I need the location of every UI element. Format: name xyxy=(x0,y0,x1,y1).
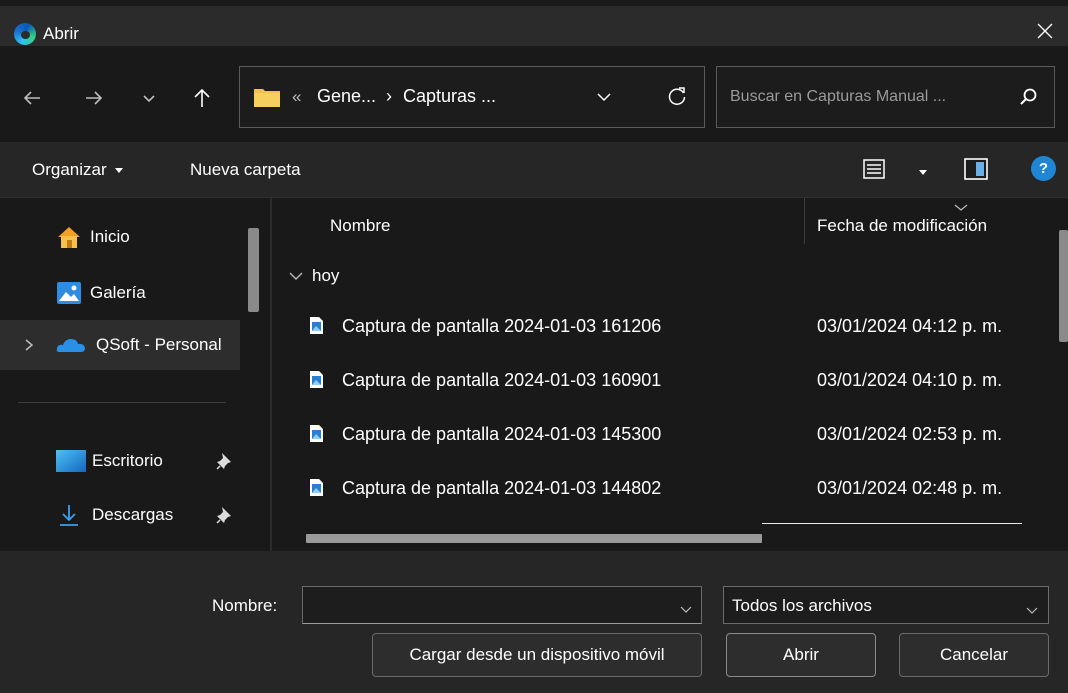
file-row[interactable]: Captura de pantalla 2024-01-03 144802 03… xyxy=(272,462,1058,516)
sidebar-item-galeria[interactable]: Galería xyxy=(0,268,240,318)
sidebar-item-descargas[interactable]: Descargas xyxy=(0,490,240,540)
file-name: Captura de pantalla 2024-01-03 160901 xyxy=(342,370,662,390)
group-header[interactable]: hoy xyxy=(312,266,339,286)
search-icon[interactable] xyxy=(1018,86,1040,108)
up-arrow-icon[interactable] xyxy=(190,84,214,112)
breadcrumb-item-current[interactable]: Capturas ... xyxy=(403,86,496,107)
image-file-icon xyxy=(310,479,323,496)
file-name: Captura de pantalla 2024-01-03 144802 xyxy=(342,478,662,498)
pin-icon[interactable] xyxy=(216,506,232,524)
back-arrow-icon[interactable] xyxy=(20,84,44,112)
address-dropdown-icon[interactable] xyxy=(594,87,614,107)
address-bar[interactable]: « Gene... › Capturas ... xyxy=(239,66,705,128)
sidebar-item-label: Galería xyxy=(90,283,146,302)
file-row[interactable]: Captura de pantalla 2024-01-03 160901 03… xyxy=(272,354,1058,408)
home-icon xyxy=(56,225,82,249)
file-list: Nombre Fecha de modificación hoy Captura… xyxy=(272,198,1068,551)
search-input[interactable]: Buscar en Capturas Manual ... xyxy=(730,88,946,106)
file-date: 03/01/2024 04:10 p. m. xyxy=(817,370,1003,390)
window-title: Abrir xyxy=(43,24,79,43)
cancel-button[interactable]: Cancelar xyxy=(899,633,1049,677)
filename-dropdown-icon[interactable] xyxy=(680,601,692,613)
breadcrumb-item[interactable]: Gene... xyxy=(317,86,376,107)
filetype-value: Todos los archivos xyxy=(732,596,872,615)
file-date: 03/01/2024 02:48 p. m. xyxy=(817,478,1003,498)
search-box[interactable]: Buscar en Capturas Manual ... xyxy=(716,66,1055,128)
navigation-pane: Inicio Galería QSoft - Personal Escritor… xyxy=(0,198,272,551)
filetype-dropdown-icon xyxy=(1026,602,1038,614)
download-icon xyxy=(56,503,82,527)
gallery-icon xyxy=(56,281,82,305)
upload-from-mobile-button[interactable]: Cargar desde un dispositivo móvil xyxy=(372,633,702,677)
recent-locations-chevron-icon[interactable] xyxy=(140,84,158,112)
preview-pane-icon[interactable] xyxy=(964,158,988,180)
column-header-name[interactable]: Nombre xyxy=(330,216,390,236)
horizontal-scroll-track[interactable] xyxy=(762,523,1022,524)
edge-app-icon xyxy=(14,23,36,45)
pin-icon[interactable] xyxy=(216,452,232,470)
sidebar-item-label: Escritorio xyxy=(92,451,163,470)
help-button[interactable]: ? xyxy=(1031,156,1056,181)
sidebar-scrollbar[interactable] xyxy=(248,228,259,312)
group-collapse-icon[interactable] xyxy=(289,268,303,280)
title-bar: Abrir xyxy=(0,0,1068,46)
organize-label: Organizar xyxy=(32,160,107,179)
image-file-icon xyxy=(310,317,323,334)
sort-indicator-icon xyxy=(954,199,968,211)
close-icon[interactable] xyxy=(1034,20,1056,42)
dialog-footer: Nombre: Todos los archivos Cargar desde … xyxy=(0,551,1068,693)
forward-arrow-icon[interactable] xyxy=(82,84,106,112)
horizontal-scrollbar[interactable] xyxy=(306,534,762,543)
sidebar-item-qsoft-personal[interactable]: QSoft - Personal xyxy=(0,320,240,370)
onedrive-icon xyxy=(56,333,85,357)
column-separator[interactable] xyxy=(804,198,805,244)
file-name: Captura de pantalla 2024-01-03 145300 xyxy=(342,424,662,444)
filename-input[interactable] xyxy=(302,586,702,624)
breadcrumb-separator[interactable]: › xyxy=(386,86,392,107)
file-date: 03/01/2024 02:53 p. m. xyxy=(817,424,1003,444)
sidebar-item-label: Descargas xyxy=(92,505,174,524)
filetype-select[interactable]: Todos los archivos xyxy=(723,586,1049,624)
breadcrumb-overflow[interactable]: « xyxy=(292,87,301,107)
organize-menu-button[interactable]: Organizar xyxy=(32,160,123,180)
desktop-icon xyxy=(56,450,86,474)
caret-down-icon xyxy=(114,167,123,173)
file-row[interactable]: Captura de pantalla 2024-01-03 161206 03… xyxy=(272,300,1058,354)
view-options-caret-icon[interactable] xyxy=(919,170,927,175)
new-folder-button[interactable]: Nueva carpeta xyxy=(190,160,301,180)
image-file-icon xyxy=(310,425,323,442)
sidebar-divider xyxy=(18,402,226,403)
vertical-scrollbar[interactable] xyxy=(1059,230,1068,342)
sidebar-item-escritorio[interactable]: Escritorio xyxy=(0,436,240,486)
refresh-icon[interactable] xyxy=(665,85,689,109)
folder-icon xyxy=(254,87,280,107)
image-file-icon xyxy=(310,371,323,388)
filename-label: Nombre: xyxy=(212,596,278,615)
file-date: 03/01/2024 04:12 p. m. xyxy=(817,316,1003,336)
sidebar-item-inicio[interactable]: Inicio xyxy=(0,212,240,262)
file-row[interactable]: Captura de pantalla 2024-01-03 145300 03… xyxy=(272,408,1058,462)
sidebar-item-label: QSoft - Personal xyxy=(96,335,222,354)
file-name: Captura de pantalla 2024-01-03 161206 xyxy=(342,316,662,336)
command-toolbar: Organizar Nueva carpeta ? xyxy=(0,142,1068,198)
sidebar-item-label: Inicio xyxy=(90,227,130,246)
view-options-icon[interactable] xyxy=(863,158,885,180)
open-button[interactable]: Abrir xyxy=(726,633,876,677)
chevron-right-icon[interactable] xyxy=(22,337,36,353)
column-header-date[interactable]: Fecha de modificación xyxy=(817,216,987,236)
